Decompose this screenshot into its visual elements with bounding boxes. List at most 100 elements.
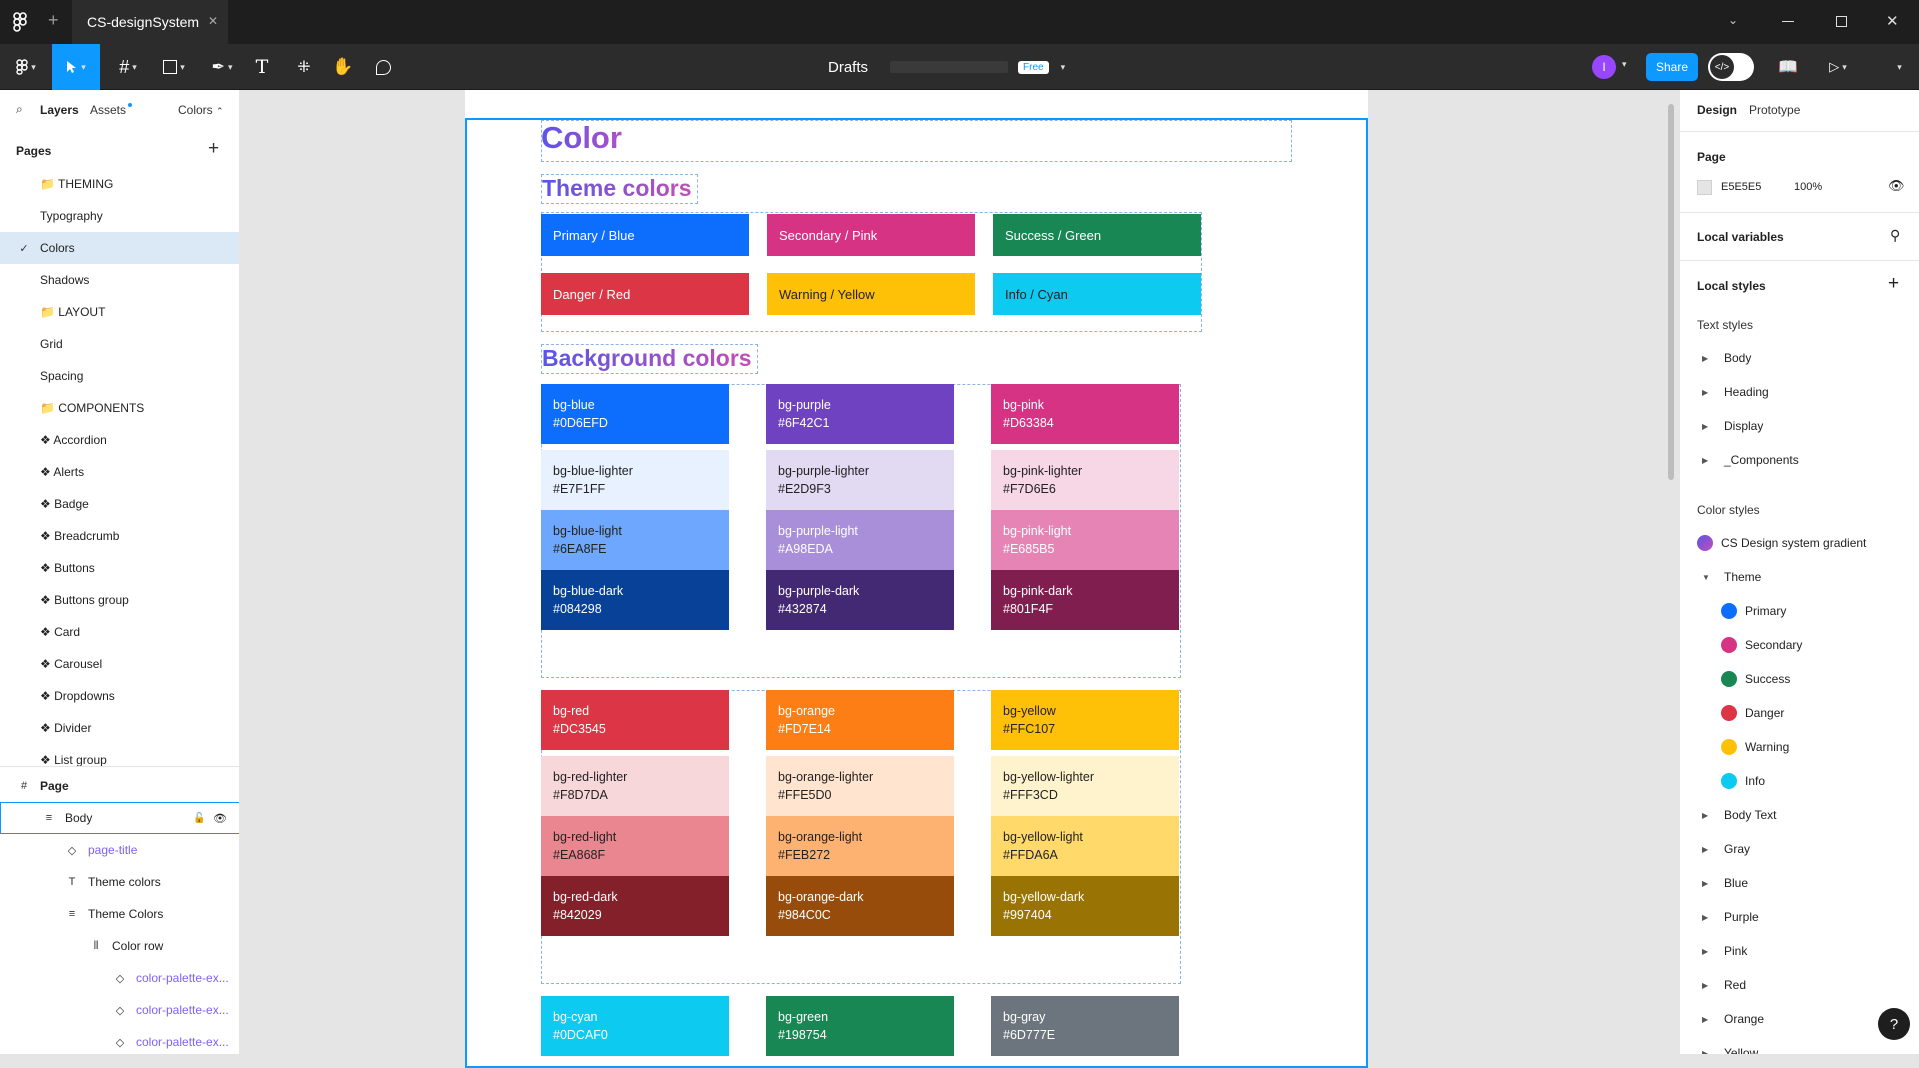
page-color-value[interactable]: E5E5E5 — [1721, 181, 1761, 193]
add-page-icon[interactable]: + — [208, 138, 219, 160]
color-card[interactable]: bg-purple-lighter #E2D9F3 — [766, 450, 954, 510]
color-card[interactable]: bg-red-lighter #F8D7DA — [541, 756, 729, 816]
tab-prototype[interactable]: Prototype — [1749, 103, 1800, 117]
eye-icon[interactable]: 👁 — [1888, 178, 1905, 194]
color-card[interactable]: bg-yellow #FFC107 — [991, 690, 1179, 750]
color-card[interactable]: bg-green #198754 — [766, 996, 954, 1056]
page-item[interactable]: ❖ Divider — [0, 712, 239, 744]
file-tab[interactable]: CS-designSystem ✕ — [72, 0, 228, 44]
pen-tool-button[interactable]: ✒ ▾ — [204, 44, 240, 90]
gradient-style[interactable]: CS Design system gradient — [1680, 526, 1919, 560]
search-icon[interactable]: ⌕ — [16, 102, 23, 117]
text-style-item[interactable]: ▶ Body — [1680, 341, 1919, 375]
page-title[interactable]: Color — [541, 120, 622, 156]
page-item[interactable]: ❖ Breadcrumb — [0, 520, 239, 552]
chevron-down-icon[interactable]: ⌄ — [1728, 13, 1738, 27]
variables-icon[interactable]: ⚲ — [1890, 227, 1900, 244]
color-style-item[interactable]: Warning — [1680, 730, 1919, 764]
layer-item[interactable]: ≡ Theme Colors — [0, 898, 239, 930]
theme-swatch[interactable]: Danger / Red — [541, 273, 749, 315]
page-color-swatch[interactable] — [1697, 180, 1712, 195]
layer-item[interactable]: T Theme colors — [0, 866, 239, 898]
page-item[interactable]: Spacing — [0, 360, 239, 392]
page-item[interactable]: 📁 COMPONENTS — [0, 392, 239, 424]
tab-design[interactable]: Design — [1697, 103, 1737, 117]
page-item[interactable]: ❖ Card — [0, 616, 239, 648]
layer-item[interactable]: ⦀ Color row — [0, 930, 239, 962]
color-card[interactable]: bg-cyan #0DCAF0 — [541, 996, 729, 1056]
text-tool-button[interactable]: T — [250, 44, 274, 90]
color-style-group[interactable]: ▶ Yellow — [1680, 1036, 1919, 1054]
plan-badge[interactable]: Free — [1018, 60, 1049, 74]
color-card[interactable]: bg-blue-light #6EA8FE — [541, 510, 729, 570]
chevron-down-icon[interactable]: ▾ — [1622, 59, 1627, 70]
page-item[interactable]: Shadows — [0, 264, 239, 296]
page-item[interactable]: Typography — [0, 200, 239, 232]
color-card[interactable]: bg-pink-dark #801F4F — [991, 570, 1179, 630]
color-style-item[interactable]: Primary — [1680, 594, 1919, 628]
eye-icon[interactable]: 👁 — [213, 812, 227, 825]
color-card[interactable]: bg-pink-light #E685B5 — [991, 510, 1179, 570]
color-card[interactable]: bg-yellow-dark #997404 — [991, 876, 1179, 936]
canvas-scrollbar[interactable] — [1668, 104, 1674, 480]
breadcrumb-drafts[interactable]: Drafts — [828, 59, 868, 76]
theme-swatch[interactable]: Warning / Yellow — [767, 273, 975, 315]
theme-swatch[interactable]: Primary / Blue — [541, 214, 749, 256]
page-item[interactable]: ❖ Accordion — [0, 424, 239, 456]
color-card[interactable]: bg-purple-light #A98EDA — [766, 510, 954, 570]
color-card[interactable]: bg-pink-lighter #F7D6E6 — [991, 450, 1179, 510]
zoom-dropdown[interactable]: ▾ — [1890, 44, 1906, 90]
present-button[interactable]: ▷ ▾ — [1820, 44, 1856, 90]
color-style-group[interactable]: ▶ Gray — [1680, 832, 1919, 866]
color-card[interactable]: bg-yellow-lighter #FFF3CD — [991, 756, 1179, 816]
page-item[interactable]: ❖ Buttons group — [0, 584, 239, 616]
text-style-item[interactable]: ▶ Display — [1680, 409, 1919, 443]
page-item[interactable]: ❖ Alerts — [0, 456, 239, 488]
color-style-group[interactable]: ▶ Pink — [1680, 934, 1919, 968]
color-card[interactable]: bg-orange-lighter #FFE5D0 — [766, 756, 954, 816]
color-card[interactable]: bg-red #DC3545 — [541, 690, 729, 750]
color-style-item[interactable]: Success — [1680, 662, 1919, 696]
unlock-icon[interactable]: 🔓 — [193, 813, 205, 824]
layer-item[interactable]: # Page — [0, 770, 239, 802]
page-opacity-value[interactable]: 100% — [1794, 181, 1822, 193]
color-card[interactable]: bg-blue-lighter #E7F1FF — [541, 450, 729, 510]
theme-colors-heading[interactable]: Theme colors — [542, 175, 692, 202]
shape-tool-button[interactable]: ▾ — [156, 44, 192, 90]
color-card[interactable]: bg-purple-dark #432874 — [766, 570, 954, 630]
layer-item[interactable]: ◇ color-palette-ex... — [0, 1026, 239, 1054]
page-item[interactable]: ❖ Buttons — [0, 552, 239, 584]
resources-button[interactable]: ⁜ — [292, 44, 316, 90]
layer-item[interactable]: ≡ Body 🔓 👁 — [0, 802, 239, 834]
color-card[interactable]: bg-blue-dark #084298 — [541, 570, 729, 630]
page-item[interactable]: 📁 THEMING — [0, 168, 239, 200]
color-style-group[interactable]: ▶ Blue — [1680, 866, 1919, 900]
text-style-item[interactable]: ▶ _Components — [1680, 443, 1919, 477]
page-item[interactable]: ❖ Badge — [0, 488, 239, 520]
help-button[interactable]: ? — [1878, 1008, 1910, 1040]
share-button[interactable]: Share — [1646, 53, 1698, 81]
color-style-item[interactable]: Secondary — [1680, 628, 1919, 662]
chevron-down-icon[interactable]: ▾ — [1061, 62, 1066, 73]
color-card[interactable]: bg-pink #D63384 — [991, 384, 1179, 444]
color-style-item[interactable]: Info — [1680, 764, 1919, 798]
main-menu-button[interactable]: ▾ — [8, 44, 44, 90]
color-style-group[interactable]: ▶ Purple — [1680, 900, 1919, 934]
page-item[interactable]: ❖ Carousel — [0, 648, 239, 680]
close-window-icon[interactable]: ✕ — [1886, 12, 1899, 30]
layer-item[interactable]: ◇ color-palette-ex... — [0, 962, 239, 994]
text-style-item[interactable]: ▶ Heading — [1680, 375, 1919, 409]
library-button[interactable]: 📖 — [1776, 44, 1800, 90]
color-card[interactable]: bg-purple #6F42C1 — [766, 384, 954, 444]
theme-swatch[interactable]: Secondary / Pink — [767, 214, 975, 256]
comment-tool-button[interactable] — [370, 44, 396, 90]
color-card[interactable]: bg-orange-light #FEB272 — [766, 816, 954, 876]
color-card[interactable]: bg-blue #0D6EFD — [541, 384, 729, 444]
add-style-icon[interactable]: + — [1888, 273, 1899, 295]
page-item[interactable]: ❖ Dropdowns — [0, 680, 239, 712]
maximize-icon[interactable] — [1836, 16, 1847, 27]
page-item[interactable]: ✓ Colors — [0, 232, 239, 264]
tab-layers[interactable]: Layers — [40, 103, 79, 117]
page-item[interactable]: Grid — [0, 328, 239, 360]
color-style-group[interactable]: ▶ Body Text — [1680, 798, 1919, 832]
